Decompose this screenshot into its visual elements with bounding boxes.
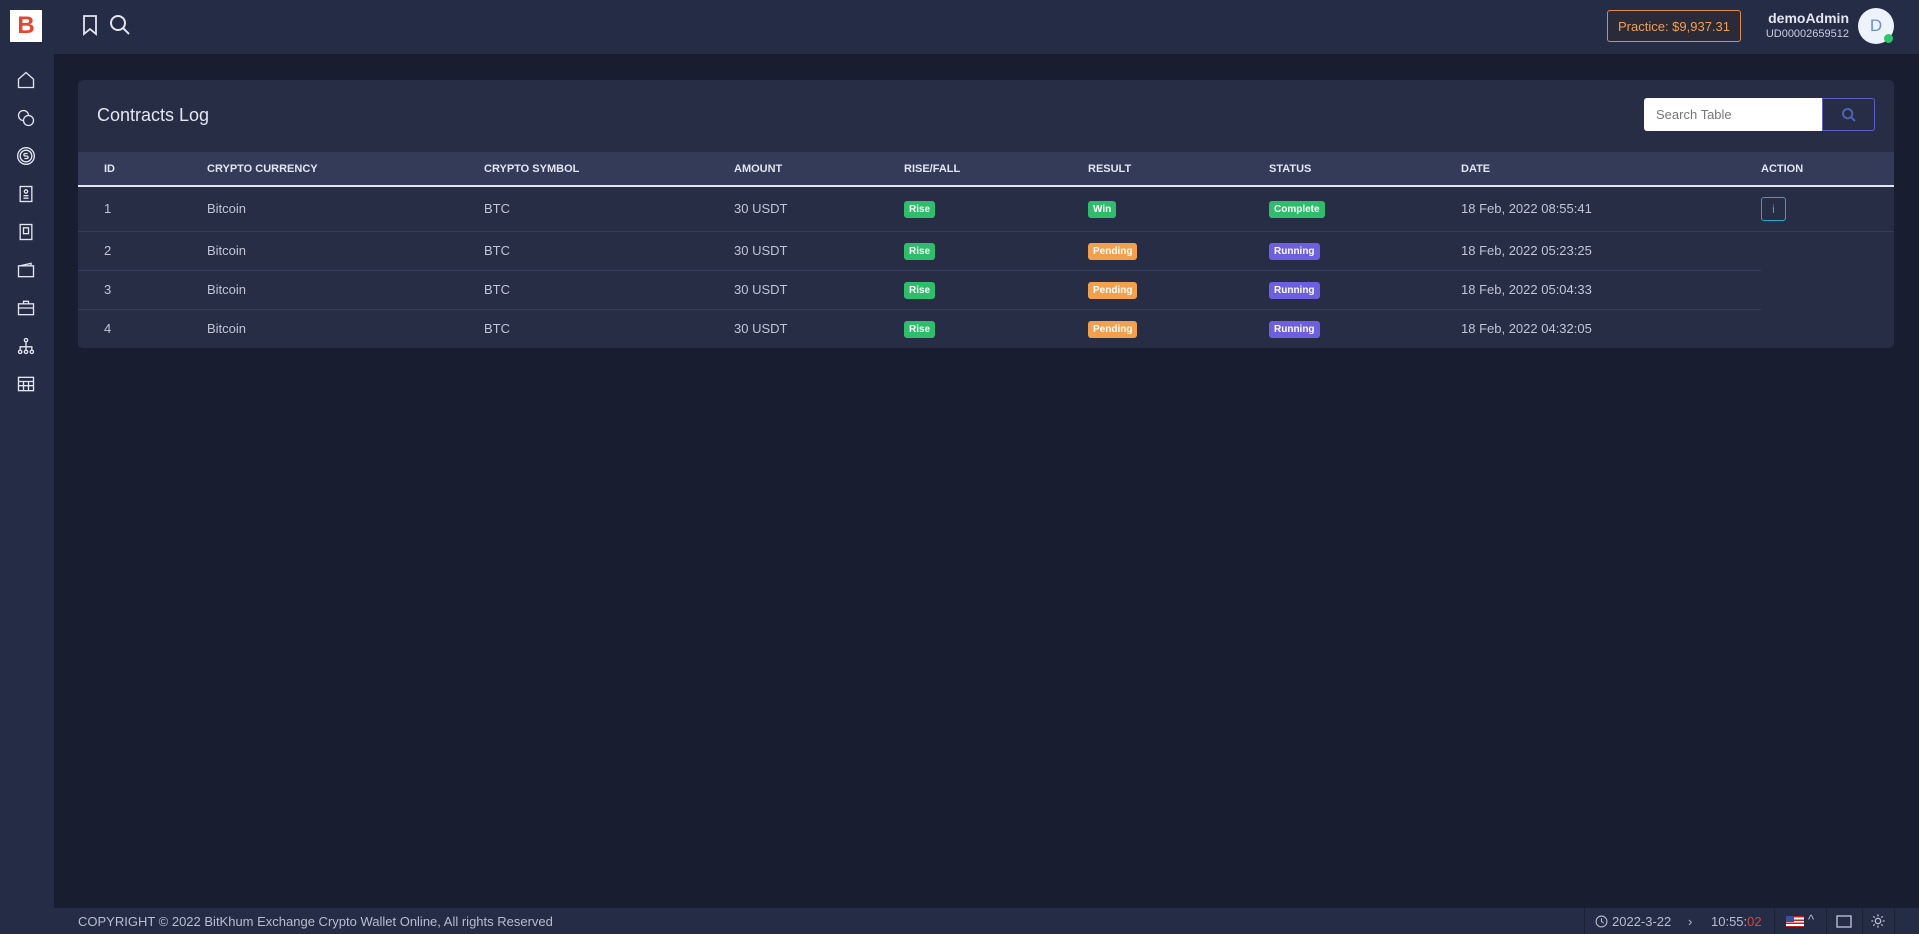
row-id: 4 [104,321,112,337]
clock-icon [1595,915,1608,928]
chevron-right-icon[interactable]: › [1688,914,1692,929]
crypto-symbol: BTC [484,243,510,258]
notebook-icon [19,223,33,241]
footer-time: 10:55: [1711,914,1748,929]
network-icon [17,337,35,355]
fullscreen-icon[interactable] [1836,915,1852,928]
column-header: RESULT [1088,152,1269,187]
date: 18 Feb, 2022 04:32:05 [1461,321,1592,337]
search-icon[interactable] [108,13,132,37]
rise-fall-badge: Rise [904,320,936,338]
dollar-circle-icon [17,147,35,165]
result-badge: Pending [1088,281,1138,299]
contacts-book-icon [19,185,33,203]
sidebar: B [0,0,54,934]
column-header: AMOUNT [734,152,904,187]
table-row: 4 Bitcoin BTC 30 USDT Rise Pending Running 18 F… [78,309,1894,348]
column-header: CRYPTO CURRENCY [207,152,484,187]
spreadsheet-icon [17,376,35,392]
info-button[interactable]: i [1761,196,1786,221]
amount: 30 USDT [734,282,788,297]
sun-icon[interactable] [1870,913,1886,929]
sidebar-item-network[interactable] [14,334,38,358]
sidebar-item-home[interactable] [14,68,38,92]
rise-fall-badge: Rise [904,281,936,299]
date: 18 Feb, 2022 08:55:41 [1461,201,1592,217]
crypto-currency: Bitcoin [207,201,247,217]
row-id: 1 [104,201,112,217]
date: 18 Feb, 2022 05:04:33 [1461,282,1592,297]
search-icon [1841,107,1856,122]
app-logo[interactable]: B [10,10,42,42]
column-header: CRYPTO SYMBOL [484,152,734,187]
sidebar-item-coins[interactable] [14,106,38,130]
column-header: ACTION [1761,152,1894,187]
amount: 30 USDT [734,243,788,258]
crypto-symbol: BTC [484,201,510,217]
bookmark-icon[interactable] [78,13,102,37]
copyright-text: COPYRIGHT © 2022 BitKhum Exchange Crypto… [78,914,553,929]
row-id: 2 [104,243,112,258]
status-badge: Running [1269,281,1320,299]
contracts-table: ID CRYPTO CURRENCY CRYPTO SYMBOL AMOUNT RISE… [78,152,1894,348]
crypto-symbol: BTC [484,321,510,337]
column-header: ID [78,152,207,187]
user-id: UD00002659512 [1765,28,1849,40]
coins-icon [17,109,35,127]
result-badge: Pending [1088,242,1138,260]
crypto-symbol: BTC [484,282,510,297]
amount: 30 USDT [734,201,788,217]
username: demoAdmin [1768,10,1849,26]
search-input[interactable] [1644,98,1822,131]
column-header: DATE [1461,152,1761,187]
home-icon [17,71,35,89]
rise-fall-badge: Rise [904,242,936,260]
crypto-currency: Bitcoin [207,243,247,258]
status-badge: Running [1269,320,1320,338]
contracts-log-card: Contracts Log IDCRYPTO CURRENCYCRYPTO SY… [78,80,1894,348]
status-badge: Complete [1269,200,1325,218]
date: 18 Feb, 2022 05:23:25 [1461,243,1592,258]
sidebar-item-briefcase[interactable] [14,296,38,320]
footer-seconds: 02 [1747,914,1762,929]
search-button[interactable] [1822,98,1875,131]
table-row: 1 Bitcoin BTC 30 USDT Rise Win Complete 18 Feb,… [78,186,1894,232]
amount: 30 USDT [734,321,788,337]
sidebar-item-wallet[interactable] [14,258,38,282]
result-badge: Win [1088,200,1117,218]
sidebar-item-notebook[interactable] [14,220,38,244]
column-header: STATUS [1269,152,1461,187]
column-header: RISE/FALL [904,152,1088,187]
page-title: Contracts Log [97,105,210,125]
table-row: 2 Bitcoin BTC 30 USDT Rise Pending Running 18 F… [78,231,1894,271]
briefcase-icon [17,300,35,316]
us-flag-icon[interactable] [1786,916,1804,927]
online-status-dot [1884,34,1893,43]
row-id: 3 [104,282,112,297]
result-badge: Pending [1088,320,1138,338]
crypto-currency: Bitcoin [207,282,247,297]
wallet-icon [17,262,35,278]
footer: COPYRIGHT © 2022 BitKhum Exchange Crypto… [54,908,1919,934]
chevron-up-icon[interactable]: ^ [1808,912,1814,927]
table-row: 3 Bitcoin BTC 30 USDT Rise Pending Running 18 F… [78,270,1894,310]
practice-balance-button[interactable]: Practice: $9,937.31 [1607,10,1741,42]
status-badge: Running [1269,242,1320,260]
sidebar-item-contacts-book[interactable] [14,182,38,206]
footer-date: 2022-3-22 [1612,914,1672,929]
sidebar-item-spreadsheet[interactable] [14,372,38,396]
crypto-currency: Bitcoin [207,321,247,337]
sidebar-item-dollar-circle[interactable] [14,144,38,168]
rise-fall-badge: Rise [904,200,936,218]
